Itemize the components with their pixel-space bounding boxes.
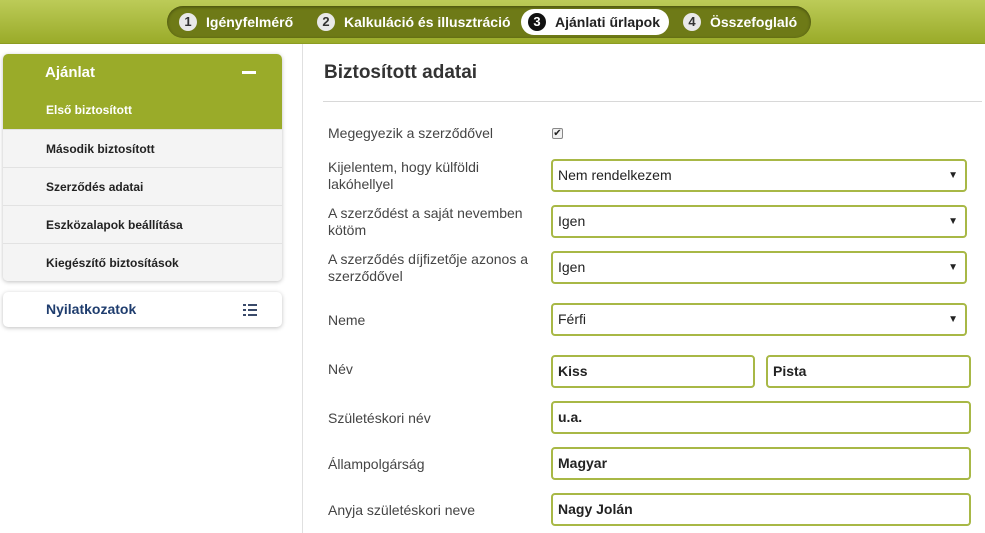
- caret-down-icon: ▼: [948, 262, 958, 273]
- step-3-active[interactable]: 3 Ajánlati űrlapok: [521, 9, 669, 35]
- name-label: Név: [328, 361, 353, 377]
- caret-down-icon: ▼: [948, 216, 958, 227]
- gender-select[interactable]: Férfi ▼: [551, 303, 967, 336]
- step-number: 1: [179, 13, 197, 31]
- step-progress: 1 Igényfelmérő 2 Kalkuláció és illusztráci…: [167, 6, 811, 38]
- birth-name-label: Születéskori név: [328, 410, 431, 426]
- step-label: Összefoglaló: [710, 14, 798, 30]
- offer-panel-header[interactable]: Ajánlat: [3, 54, 282, 91]
- step-number: 2: [317, 13, 335, 31]
- step-label: Igényfelmérő: [206, 14, 294, 30]
- mother-name-input[interactable]: Nagy Jolán: [551, 493, 971, 526]
- select-value: Igen: [558, 213, 586, 229]
- same-as-contract-checkbox[interactable]: ✔: [552, 128, 563, 139]
- foreign-residence-label: Kijelentem, hogy külföldi lakóhellyel: [328, 159, 479, 192]
- step-label: Kalkuláció és illusztráció: [344, 14, 511, 30]
- select-value: Férfi: [558, 311, 586, 327]
- payer-same-label: A szerződés díjfizetője azonos a szerződ…: [328, 251, 529, 284]
- mother-name-label: Anyja születéskori neve: [328, 502, 476, 518]
- citizenship-label: Állampolgárság: [328, 456, 425, 472]
- payer-same-select[interactable]: Igen ▼: [551, 251, 967, 284]
- vertical-divider: [302, 44, 303, 533]
- sidebar-item-fund-settings[interactable]: Eszközalapok beállítása: [3, 205, 282, 243]
- sidebar-item-first-insured[interactable]: Első biztosított: [3, 91, 282, 129]
- sidebar-item-additional-insurance[interactable]: Kiegészítő biztosítások: [3, 243, 282, 281]
- declarations-panel[interactable]: Nyilatkozatok: [3, 292, 282, 327]
- step-number: 3: [528, 13, 546, 31]
- caret-down-icon: ▼: [948, 314, 958, 325]
- sidebar: Ajánlat Első biztosított Második biztosí…: [3, 54, 282, 327]
- citizenship-input[interactable]: Magyar: [551, 447, 971, 480]
- own-name-select[interactable]: Igen ▼: [551, 205, 967, 238]
- foreign-residence-select[interactable]: Nem rendelkezem ▼: [551, 159, 967, 192]
- gender-label: Neme: [328, 312, 366, 328]
- offer-panel-title: Ajánlat: [45, 64, 96, 81]
- step-label: Ajánlati űrlapok: [555, 14, 661, 30]
- same-as-contract-label: Megegyezik a szerződővel: [328, 125, 493, 141]
- step-2[interactable]: 2 Kalkuláció és illusztráció: [315, 9, 511, 35]
- sidebar-item-second-insured[interactable]: Második biztosított: [3, 129, 282, 167]
- step-4[interactable]: 4 Összefoglaló: [681, 9, 797, 35]
- first-name-input[interactable]: Pista: [766, 355, 971, 388]
- collapse-minus-icon[interactable]: [242, 71, 256, 74]
- sidebar-item-contract-data[interactable]: Szerződés adatai: [3, 167, 282, 205]
- select-value: Nem rendelkezem: [558, 167, 672, 183]
- declarations-title: Nyilatkozatok: [46, 301, 137, 317]
- step-1[interactable]: 1 Igényfelmérő: [175, 9, 293, 35]
- top-bar: 1 Igényfelmérő 2 Kalkuláció és illusztráci…: [0, 0, 985, 44]
- list-icon[interactable]: [243, 304, 257, 316]
- own-name-label: A szerződést a saját nevemben kötöm: [328, 205, 523, 238]
- birth-name-input[interactable]: u.a.: [551, 401, 971, 434]
- title-divider: [323, 101, 982, 102]
- select-value: Igen: [558, 259, 586, 275]
- page-title: Biztosított adatai: [324, 62, 478, 83]
- last-name-input[interactable]: Kiss: [551, 355, 755, 388]
- step-number: 4: [683, 13, 701, 31]
- offer-panel: Ajánlat Első biztosított Második biztosí…: [3, 54, 282, 281]
- caret-down-icon: ▼: [948, 170, 958, 181]
